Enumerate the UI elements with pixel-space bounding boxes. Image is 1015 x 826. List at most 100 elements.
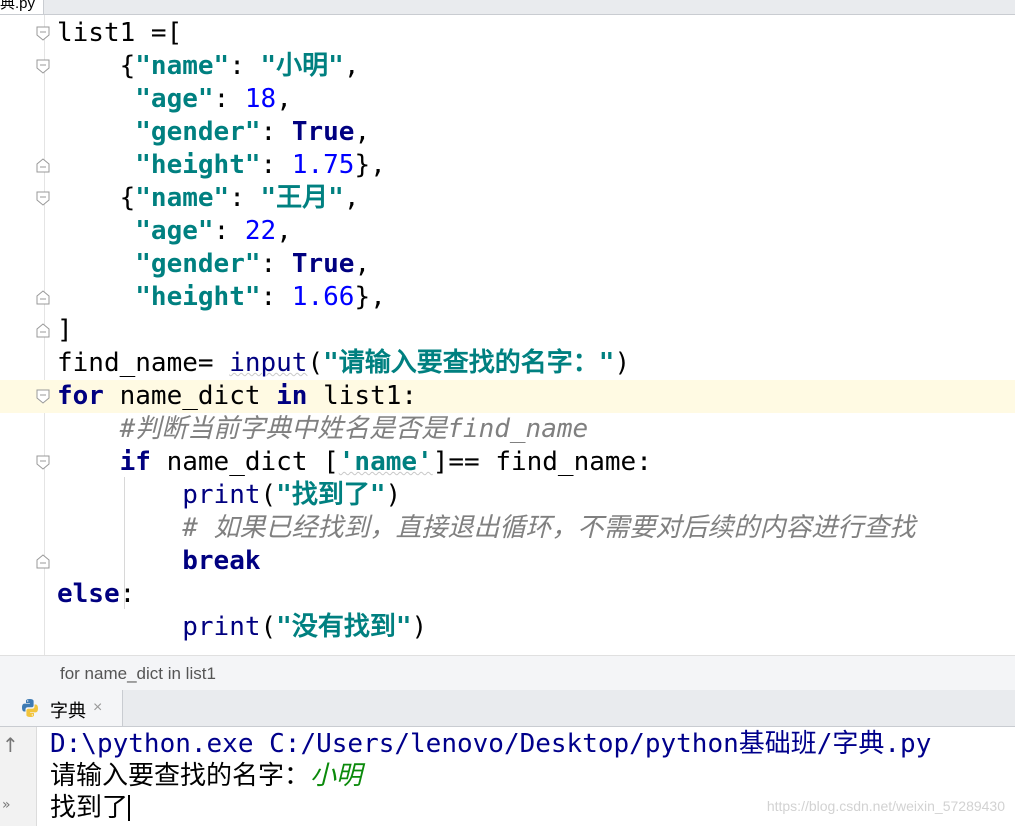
- code-line[interactable]: {"name": "王月",: [0, 182, 1015, 215]
- run-console[interactable]: ↑ » D:\python.exe C:/Users/lenovo/Deskto…: [0, 727, 1015, 826]
- code-token: ): [411, 612, 428, 642]
- fold-collapse-icon[interactable]: [36, 191, 50, 206]
- code-text: list1 =[: [57, 17, 182, 50]
- code-line[interactable]: "height": 1.66},: [0, 281, 1015, 314]
- code-token: ]: [57, 315, 73, 345]
- code-token: :: [260, 249, 292, 279]
- code-token: :: [213, 216, 245, 246]
- console-toolbar: ↑ »: [0, 727, 37, 826]
- code-token: 18: [244, 84, 277, 114]
- close-icon[interactable]: ×: [93, 699, 102, 717]
- code-token: ,: [276, 216, 292, 246]
- code-text: for name_dict in list1:: [57, 380, 417, 413]
- more-actions-icon[interactable]: »: [2, 797, 11, 813]
- fold-end-icon[interactable]: [36, 554, 50, 569]
- code-token: 22: [244, 216, 277, 246]
- code-line[interactable]: list1 =[: [0, 17, 1015, 50]
- code-token: :: [260, 150, 292, 180]
- code-line[interactable]: print("找到了"): [0, 479, 1015, 512]
- code-token: 'name': [338, 447, 433, 477]
- code-token: "age": [135, 216, 214, 246]
- code-token: },: [354, 150, 386, 180]
- fold-collapse-icon[interactable]: [36, 59, 50, 74]
- file-tab[interactable]: 典.py: [0, 0, 45, 14]
- code-line[interactable]: if name_dict ['name']== find_name:: [0, 446, 1015, 479]
- code-token: input: [229, 348, 308, 378]
- console-result: 找到了: [50, 793, 129, 823]
- code-token: :: [213, 84, 245, 114]
- breadcrumb[interactable]: for name_dict in list1: [0, 655, 1015, 691]
- code-token: "没有找到": [276, 612, 412, 642]
- code-token: "找到了": [276, 480, 386, 510]
- run-tab-label: 字典: [50, 701, 86, 721]
- code-token: find_name=: [57, 348, 230, 378]
- code-token: ]== find_name:: [432, 447, 652, 477]
- code-text: break: [57, 545, 261, 578]
- python-icon: [20, 698, 40, 722]
- code-token: ): [614, 348, 631, 378]
- run-tab[interactable]: 字典 ×: [0, 690, 123, 726]
- code-token: },: [354, 282, 386, 312]
- code-text: # 如果已经找到，直接退出循环，不需要对后续的内容进行查找: [57, 512, 915, 545]
- code-token: 1.75: [291, 150, 355, 180]
- code-line[interactable]: "gender": True,: [0, 116, 1015, 149]
- code-token: (: [307, 348, 324, 378]
- fold-collapse-icon[interactable]: [36, 455, 50, 470]
- code-token: "age": [135, 84, 214, 114]
- code-line[interactable]: for name_dict in list1:: [0, 380, 1015, 413]
- code-line[interactable]: find_name= input("请输入要查找的名字："): [0, 347, 1015, 380]
- code-line[interactable]: "age": 22,: [0, 215, 1015, 248]
- code-line[interactable]: else:: [0, 578, 1015, 611]
- code-text: "age": 22,: [57, 215, 292, 248]
- code-line[interactable]: # 如果已经找到，直接退出循环，不需要对后续的内容进行查找: [0, 512, 1015, 545]
- code-editor[interactable]: list1 =[ {"name": "小明", "age": 18, "gend…: [0, 15, 1015, 655]
- code-text: "gender": True,: [57, 116, 370, 149]
- code-line[interactable]: {"name": "小明",: [0, 50, 1015, 83]
- fold-end-icon[interactable]: [36, 158, 50, 173]
- code-token: list1 =[: [57, 18, 183, 48]
- code-token: "name": [135, 183, 230, 213]
- code-line[interactable]: "gender": True,: [0, 248, 1015, 281]
- editor-tab-strip: 典.py: [0, 0, 1015, 15]
- code-token: :: [229, 183, 261, 213]
- code-token: in: [276, 381, 308, 411]
- code-line[interactable]: ]: [0, 314, 1015, 347]
- console-user-input: 小明: [310, 761, 363, 791]
- code-token: break: [182, 546, 261, 576]
- code-line[interactable]: print("没有找到"): [0, 611, 1015, 644]
- watermark: https://blog.csdn.net/weixin_57289430: [766, 798, 1005, 814]
- code-text: ]: [57, 314, 73, 347]
- arrow-up-icon[interactable]: ↑: [2, 733, 19, 757]
- code-token: for: [57, 381, 104, 411]
- code-token: print: [182, 612, 261, 642]
- code-text: #判断当前字典中姓名是否是find_name: [57, 413, 589, 446]
- fold-end-icon[interactable]: [36, 290, 50, 305]
- fold-collapse-icon[interactable]: [36, 26, 50, 41]
- code-token: "小明": [260, 51, 344, 81]
- code-text: print("找到了"): [57, 479, 401, 512]
- code-line[interactable]: break: [0, 545, 1015, 578]
- code-line[interactable]: "age": 18,: [0, 83, 1015, 116]
- text-caret: [128, 795, 131, 821]
- fold-collapse-icon[interactable]: [36, 389, 50, 404]
- code-text: "gender": True,: [57, 248, 370, 281]
- code-token: ): [385, 480, 402, 510]
- code-token: :: [260, 282, 292, 312]
- code-text: "age": 18,: [57, 83, 292, 116]
- code-text: "height": 1.75},: [57, 149, 386, 182]
- fold-end-icon[interactable]: [36, 323, 50, 338]
- code-line[interactable]: #判断当前字典中姓名是否是find_name: [0, 413, 1015, 446]
- code-token: ,: [354, 117, 371, 147]
- console-prompt: 请输入要查找的名字：: [50, 761, 311, 791]
- code-text: if name_dict ['name']== find_name:: [57, 446, 652, 479]
- code-token: "请输入要查找的名字：": [323, 348, 615, 378]
- code-line[interactable]: "height": 1.75},: [0, 149, 1015, 182]
